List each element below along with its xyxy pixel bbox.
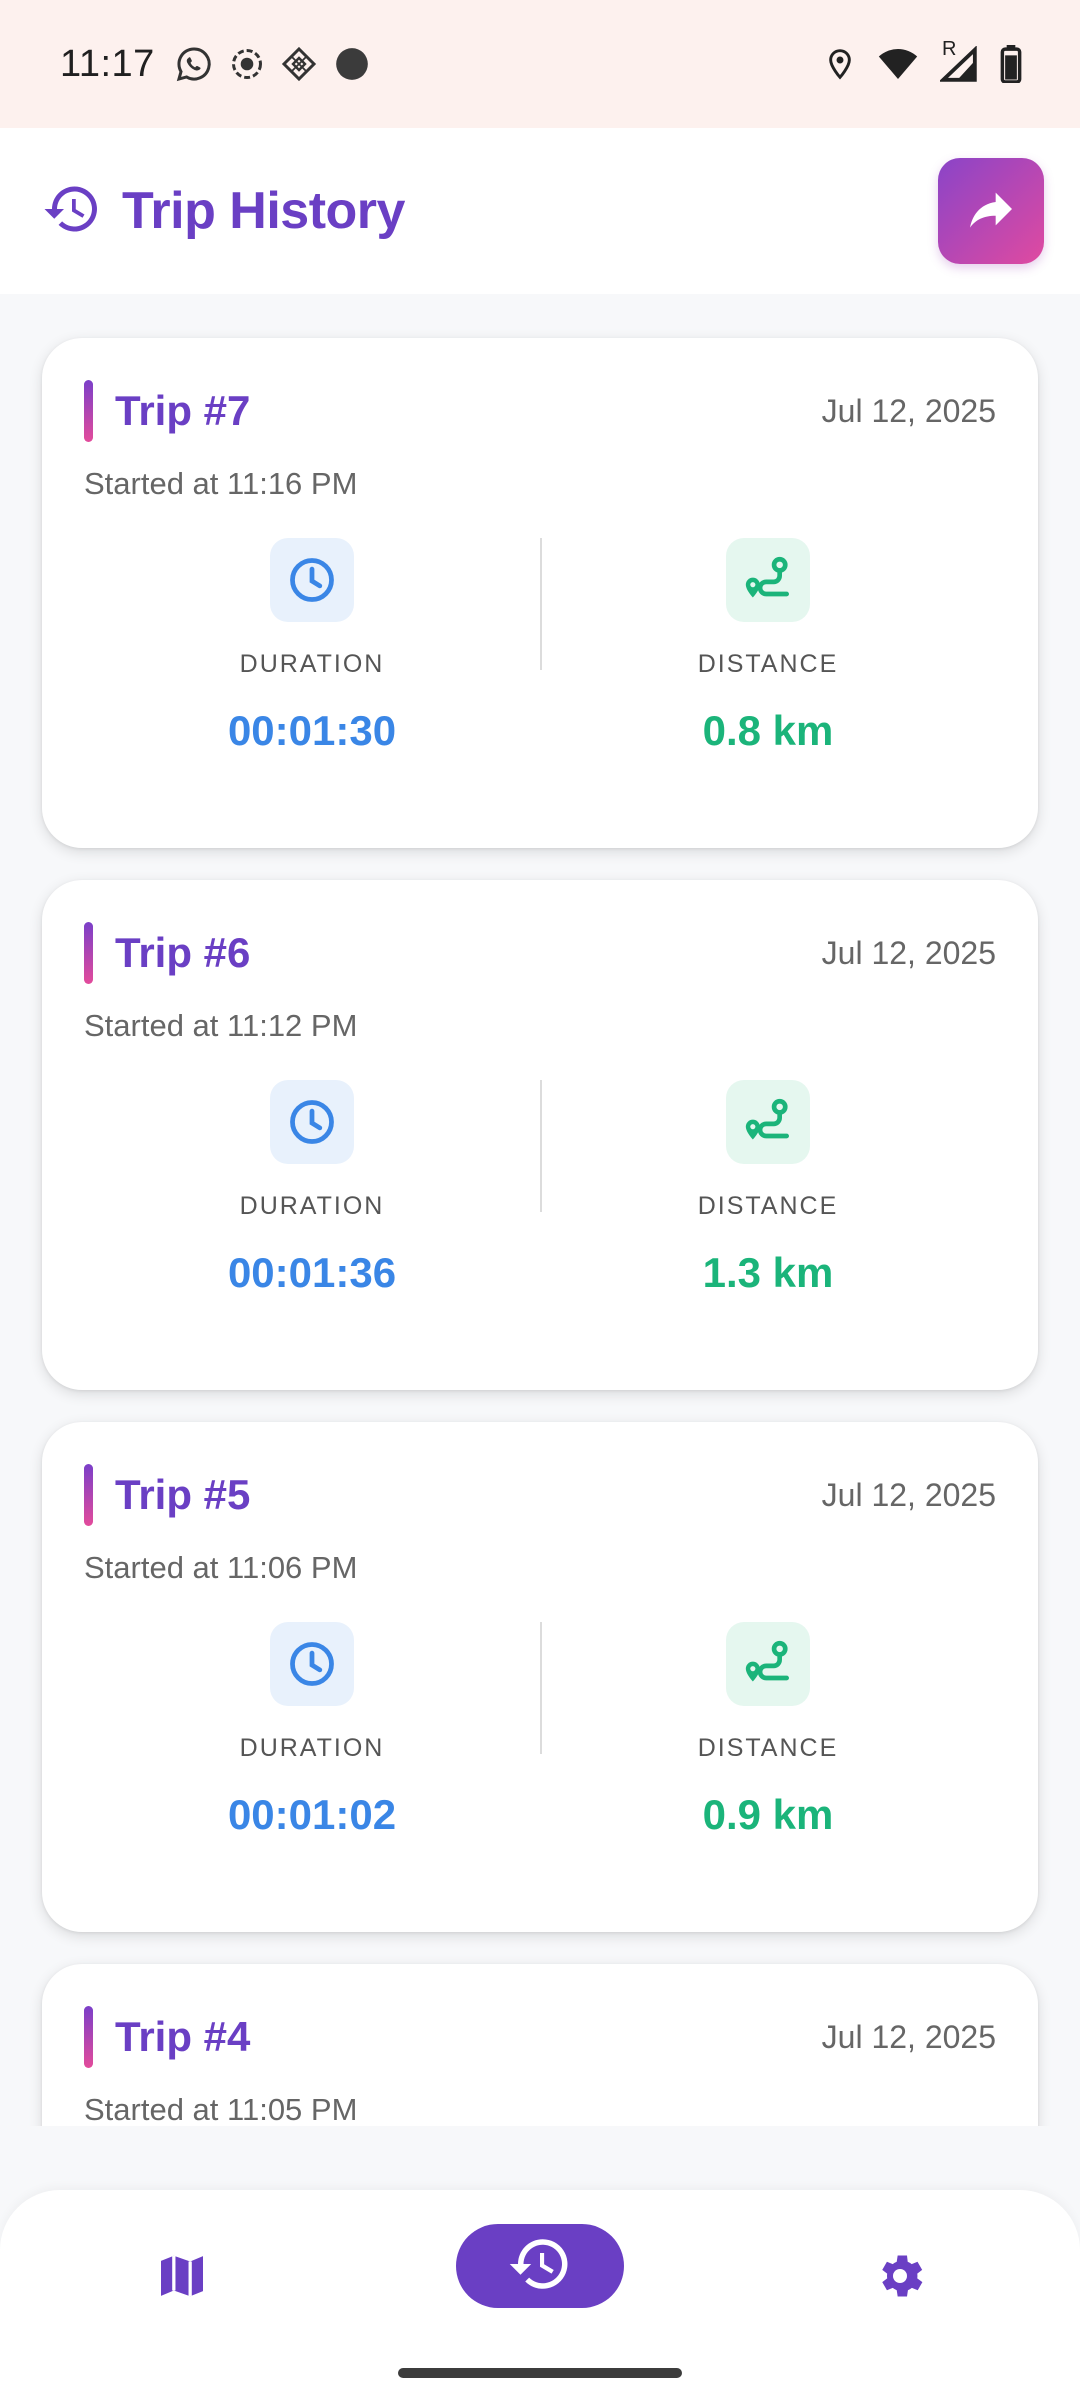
map-icon [154, 2248, 210, 2309]
share-button[interactable] [938, 158, 1044, 264]
trip-card[interactable]: Trip #6 Jul 12, 2025 Started at 11:12 PM… [42, 880, 1038, 1390]
duration-value: 00:01:02 [227, 1791, 397, 1838]
location-icon [824, 46, 856, 82]
dot-icon [333, 45, 371, 83]
trip-title: Trip #7 [115, 387, 251, 434]
wifi-icon [878, 47, 918, 81]
trip-start-time: Started at 11:05 PM [84, 2092, 358, 2126]
share-icon [963, 181, 1019, 242]
distance-value: 0.9 km [702, 1791, 834, 1838]
home-indicator[interactable] [398, 2368, 682, 2378]
battery-icon [1000, 45, 1022, 83]
accent-bar [84, 380, 93, 442]
accent-bar [84, 1464, 93, 1526]
stat-divider [540, 1080, 542, 1212]
route-icon [726, 1080, 810, 1164]
distance-label: DISTANCE [697, 650, 839, 678]
roaming-indicator: R [942, 38, 957, 60]
duration-label: DURATION [239, 650, 385, 678]
route-icon [726, 538, 810, 622]
card-header: Trip #5 Jul 12, 2025 [84, 1464, 996, 1526]
trip-title: Trip #5 [115, 1471, 251, 1518]
trip-start-time: Started at 11:12 PM [84, 1008, 358, 1043]
distance-value: 1.3 km [702, 1249, 834, 1296]
status-right: R [824, 38, 1022, 83]
distance-value: 0.8 km [702, 707, 834, 754]
stat-divider [540, 538, 542, 670]
history-icon [507, 2231, 573, 2302]
route-icon [726, 1622, 810, 1706]
card-title-wrap: Trip #4 [84, 2006, 250, 2068]
duration-label: DURATION [239, 1734, 385, 1762]
duration-stat: DURATION 00:01:30 [84, 538, 540, 755]
accent-bar [84, 922, 93, 984]
distance-stat: DISTANCE 0.9 km [540, 1622, 996, 1839]
nav-settings-button[interactable] [850, 2238, 950, 2318]
app-header: Trip History [0, 128, 1080, 294]
trip-date: Jul 12, 2025 [821, 1476, 996, 1513]
nav-history-button[interactable] [456, 2224, 624, 2308]
trip-card[interactable]: Trip #4 Jul 12, 2025 Started at 11:05 PM [42, 1964, 1038, 2126]
bottom-nav [0, 2190, 1080, 2400]
card-title-wrap: Trip #7 [84, 380, 250, 442]
status-left: 11:17 [60, 43, 371, 86]
trip-date: Jul 12, 2025 [821, 2018, 996, 2055]
duration-value: 00:01:36 [227, 1249, 397, 1296]
trip-date: Jul 12, 2025 [821, 934, 996, 971]
trip-card[interactable]: Trip #5 Jul 12, 2025 Started at 11:06 PM… [42, 1422, 1038, 1932]
duration-stat: DURATION 00:01:02 [84, 1622, 540, 1839]
card-title-wrap: Trip #5 [84, 1464, 250, 1526]
page-title: Trip History [122, 182, 405, 240]
card-title-wrap: Trip #6 [84, 922, 250, 984]
distance-label: DISTANCE [697, 1192, 839, 1220]
distance-stat: DISTANCE 0.8 km [540, 538, 996, 755]
trip-stats: DURATION 00:01:36 DISTANCE 1.3 km [84, 1080, 996, 1297]
trip-title: Trip #4 [115, 2013, 251, 2060]
screen: 11:17 R Trip History Trip #7 Jul 12, 202… [0, 0, 1080, 2400]
accent-bar [84, 2006, 93, 2068]
clock-icon [270, 538, 354, 622]
card-header: Trip #7 Jul 12, 2025 [84, 380, 996, 442]
trip-stats: DURATION 00:01:02 DISTANCE 0.9 km [84, 1622, 996, 1839]
history-icon [42, 179, 102, 244]
trip-start-time: Started at 11:16 PM [84, 466, 358, 501]
duration-stat: DURATION 00:01:36 [84, 1080, 540, 1297]
distance-stat: DISTANCE 1.3 km [540, 1080, 996, 1297]
screen-record-icon [229, 46, 265, 82]
nfc-icon [281, 46, 317, 82]
settings-icon [872, 2248, 928, 2309]
duration-value: 00:01:30 [227, 707, 397, 754]
stat-divider [540, 1622, 542, 1754]
header-left: Trip History [42, 179, 405, 244]
trip-date: Jul 12, 2025 [821, 392, 996, 429]
distance-label: DISTANCE [697, 1734, 839, 1762]
nav-map-button[interactable] [132, 2238, 232, 2318]
duration-label: DURATION [239, 1192, 385, 1220]
card-header: Trip #6 Jul 12, 2025 [84, 922, 996, 984]
trip-title: Trip #6 [115, 929, 251, 976]
status-bar: 11:17 R [0, 0, 1080, 128]
trip-list[interactable]: Trip #7 Jul 12, 2025 Started at 11:16 PM… [0, 294, 1080, 2126]
whatsapp-icon [175, 45, 213, 83]
trip-card[interactable]: Trip #7 Jul 12, 2025 Started at 11:16 PM… [42, 338, 1038, 848]
clock-icon [270, 1080, 354, 1164]
clock-icon [270, 1622, 354, 1706]
trip-start-time: Started at 11:06 PM [84, 1550, 358, 1585]
card-header: Trip #4 Jul 12, 2025 [84, 2006, 996, 2068]
status-time: 11:17 [60, 42, 155, 85]
signal-icon: R [940, 38, 978, 82]
trip-stats: DURATION 00:01:30 DISTANCE 0.8 km [84, 538, 996, 755]
